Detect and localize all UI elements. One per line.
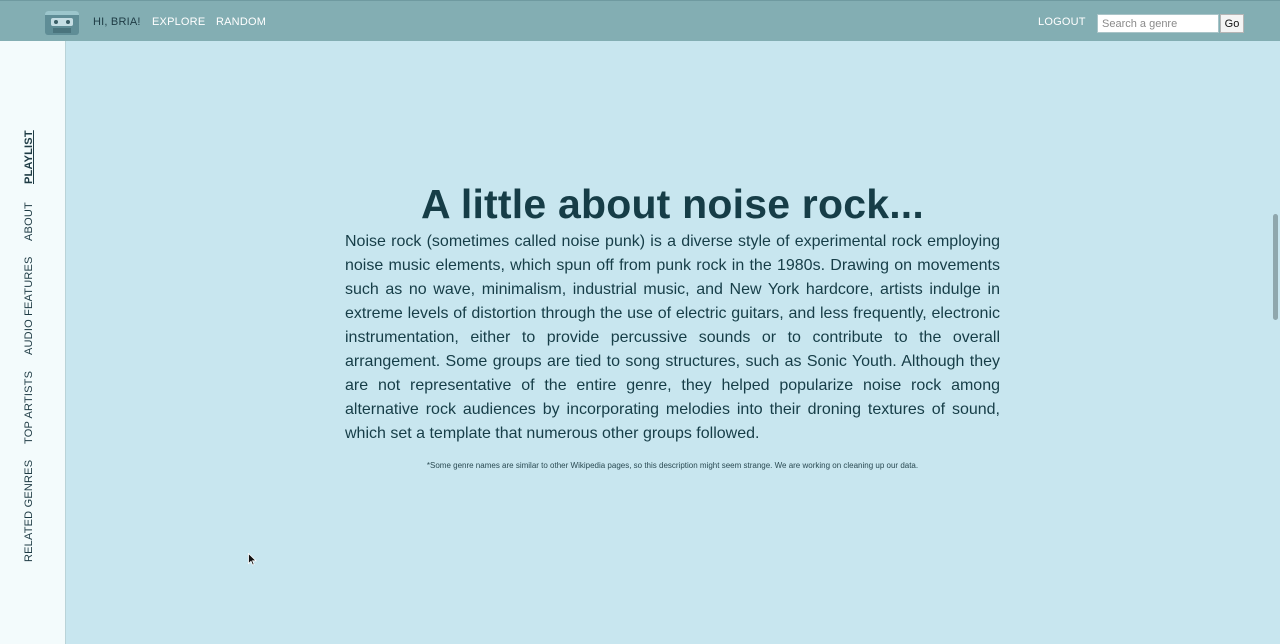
page-scrollbar[interactable] [1273, 214, 1278, 320]
genre-search-input[interactable] [1097, 14, 1219, 33]
explore-link[interactable]: EXPLORE [152, 16, 205, 28]
sidebar-item-about[interactable]: ABOUT [22, 202, 36, 241]
user-greeting: HI, BRIA! [93, 16, 141, 28]
sidebar-item-audio-features[interactable]: AUDIO FEATURES [22, 256, 36, 355]
sidebar-item-related-genres[interactable]: RELATED GENRES [22, 460, 36, 562]
random-link[interactable]: RANDOM [216, 16, 266, 28]
sidebar-item-top-artists[interactable]: TOP ARTISTS [22, 371, 36, 444]
search-go-button[interactable]: Go [1220, 14, 1244, 33]
top-navigation-bar: HI, BRIA! EXPLORE RANDOM LOGOUT Go [0, 0, 1280, 41]
mouse-pointer-icon [248, 553, 257, 566]
about-section: A little about noise rock... Noise rock … [345, 180, 1000, 446]
data-disclaimer-footnote: *Some genre names are similar to other W… [426, 461, 919, 470]
sidebar-item-playlist[interactable]: PLAYLIST [22, 130, 36, 184]
genre-description: Noise rock (sometimes called noise punk)… [345, 233, 1000, 442]
section-sidebar: PLAYLIST ABOUT AUDIO FEATURES TOP ARTIST… [0, 41, 66, 644]
cassette-logo-icon[interactable] [45, 11, 79, 35]
page-title: A little about noise rock... [421, 181, 924, 227]
logout-link[interactable]: LOGOUT [1038, 16, 1086, 28]
